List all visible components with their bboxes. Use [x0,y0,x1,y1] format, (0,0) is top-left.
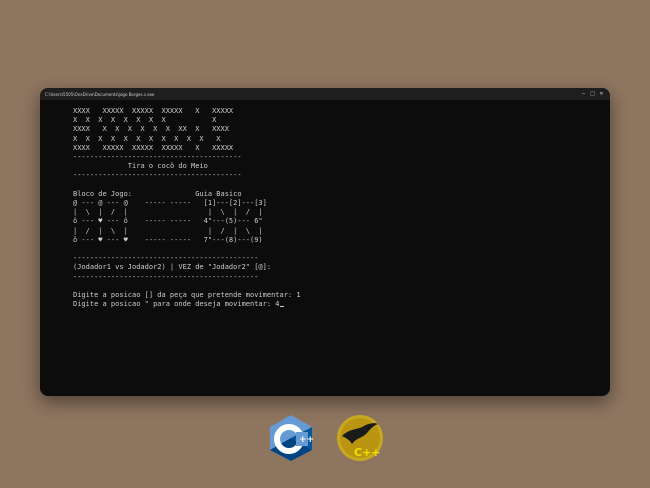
board-row: ô --- ♥ --- ô ----- ----- 4"---(5)--- 6" [73,217,263,226]
separator: ---------------------------------------- [73,153,242,162]
board-row: | \ | / | | \ | / | [73,208,263,217]
prompt-piece: Digite a posicao [] da peça que pretende… [73,291,301,300]
compiler-logo-text: C++ [354,446,381,459]
window-controls: ─ □ ✕ [579,88,606,100]
title-bar[interactable]: C:\Users\5505\OneDrive\Documents\jogo Bo… [40,88,610,100]
separator: ----------------------------------------… [73,254,259,263]
console-output[interactable]: XXXX XXXXX XXXXX XXXXX X XXXXX X X X X X… [73,107,301,309]
separator: ---------------------------------------- [73,171,242,180]
banner-line: XXXX XXXXX XXXXX XXXXX X XXXXX [73,143,234,152]
prompt-move: Digite a posicao " para onde deseja movi… [73,300,280,309]
board-row: ô --- ♥ --- ♥ ----- ----- 7"---(8)---(9) [73,235,263,244]
board-header: Bloco de Jogo: Guia Basico [73,189,242,198]
board-row: | / | \ | | / | \ | [73,226,263,235]
console-window: C:\Users\5505\OneDrive\Documents\jogo Bo… [40,88,610,396]
minimize-button[interactable]: ─ [579,88,588,100]
close-button[interactable]: ✕ [597,88,606,100]
banner-line: X X X X X X X X X [73,116,217,125]
banner-line: XXXX XXXXX XXXXX XXXXX X XXXXX [73,107,234,115]
turn-info: (Jodador1 vs Jodador2) | VEZ de "Jodador… [73,263,272,272]
banner-line: XXXX X X X X X X XX X XXXX [73,125,229,134]
maximize-button[interactable]: □ [588,88,597,100]
board-row: @ --- @ --- @ ----- ----- [1]---[2]---[3… [73,199,267,208]
banner-line: X X X X X X X X X X X X [73,134,221,143]
cpp-logo-plus: ++ [299,435,314,445]
text-cursor [279,305,284,308]
compiler-logo: C++ [337,415,383,461]
separator: ----------------------------------------… [73,272,259,281]
window-title: C:\Users\5505\OneDrive\Documents\jogo Bo… [45,91,155,97]
game-title: Tira o cocô do Meio [127,162,208,171]
cpp-logo: ++ [270,415,314,461]
